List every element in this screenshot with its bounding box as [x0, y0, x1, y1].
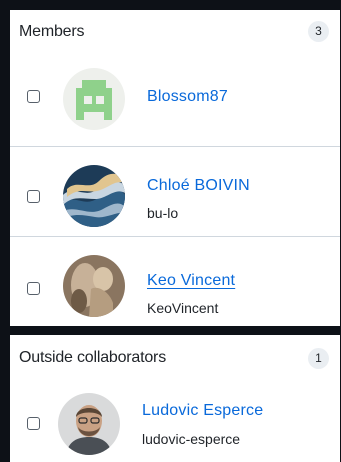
member-name-link[interactable]: Keo Vincent: [147, 272, 235, 290]
collaborator-login: ludovic-esperce: [142, 431, 241, 447]
member-row: Blossom87: [10, 54, 340, 146]
member-name-link[interactable]: Blossom87: [147, 88, 228, 106]
collaborator-select-checkbox[interactable]: [27, 417, 40, 430]
member-login: bu-lo: [147, 205, 179, 221]
statue-photo-avatar[interactable]: [63, 255, 125, 317]
member-row: Keo Vincent KeoVincent: [10, 236, 340, 326]
outside-collaborators-title: Outside collaborators: [19, 349, 166, 366]
member-select-checkbox[interactable]: [27, 90, 40, 103]
members-count-badge: 3: [308, 21, 329, 42]
members-panel: Members 3 Blossom87 Chloé BOIVIN bu-lo K…: [10, 10, 340, 326]
collaborator-row: Ludovic Esperce ludovic-esperce: [10, 383, 340, 462]
outside-collaborators-count-badge: 1: [308, 348, 329, 369]
members-title: Members: [19, 23, 85, 40]
identicon-avatar[interactable]: [63, 68, 125, 130]
collaborator-name-link[interactable]: Ludovic Esperce: [142, 402, 263, 420]
wave-art-avatar[interactable]: [63, 165, 125, 227]
member-name-link[interactable]: Chloé BOIVIN: [147, 177, 250, 195]
member-select-checkbox[interactable]: [27, 282, 40, 295]
outside-collaborators-panel: Outside collaborators 1 Ludovic Esperce …: [10, 335, 340, 462]
members-header: Members 3: [10, 10, 340, 54]
person-photo-avatar[interactable]: [58, 393, 120, 455]
outside-collaborators-header: Outside collaborators 1: [10, 335, 340, 383]
member-select-checkbox[interactable]: [27, 190, 40, 203]
member-row: Chloé BOIVIN bu-lo: [10, 146, 340, 236]
member-login: KeoVincent: [147, 300, 219, 316]
